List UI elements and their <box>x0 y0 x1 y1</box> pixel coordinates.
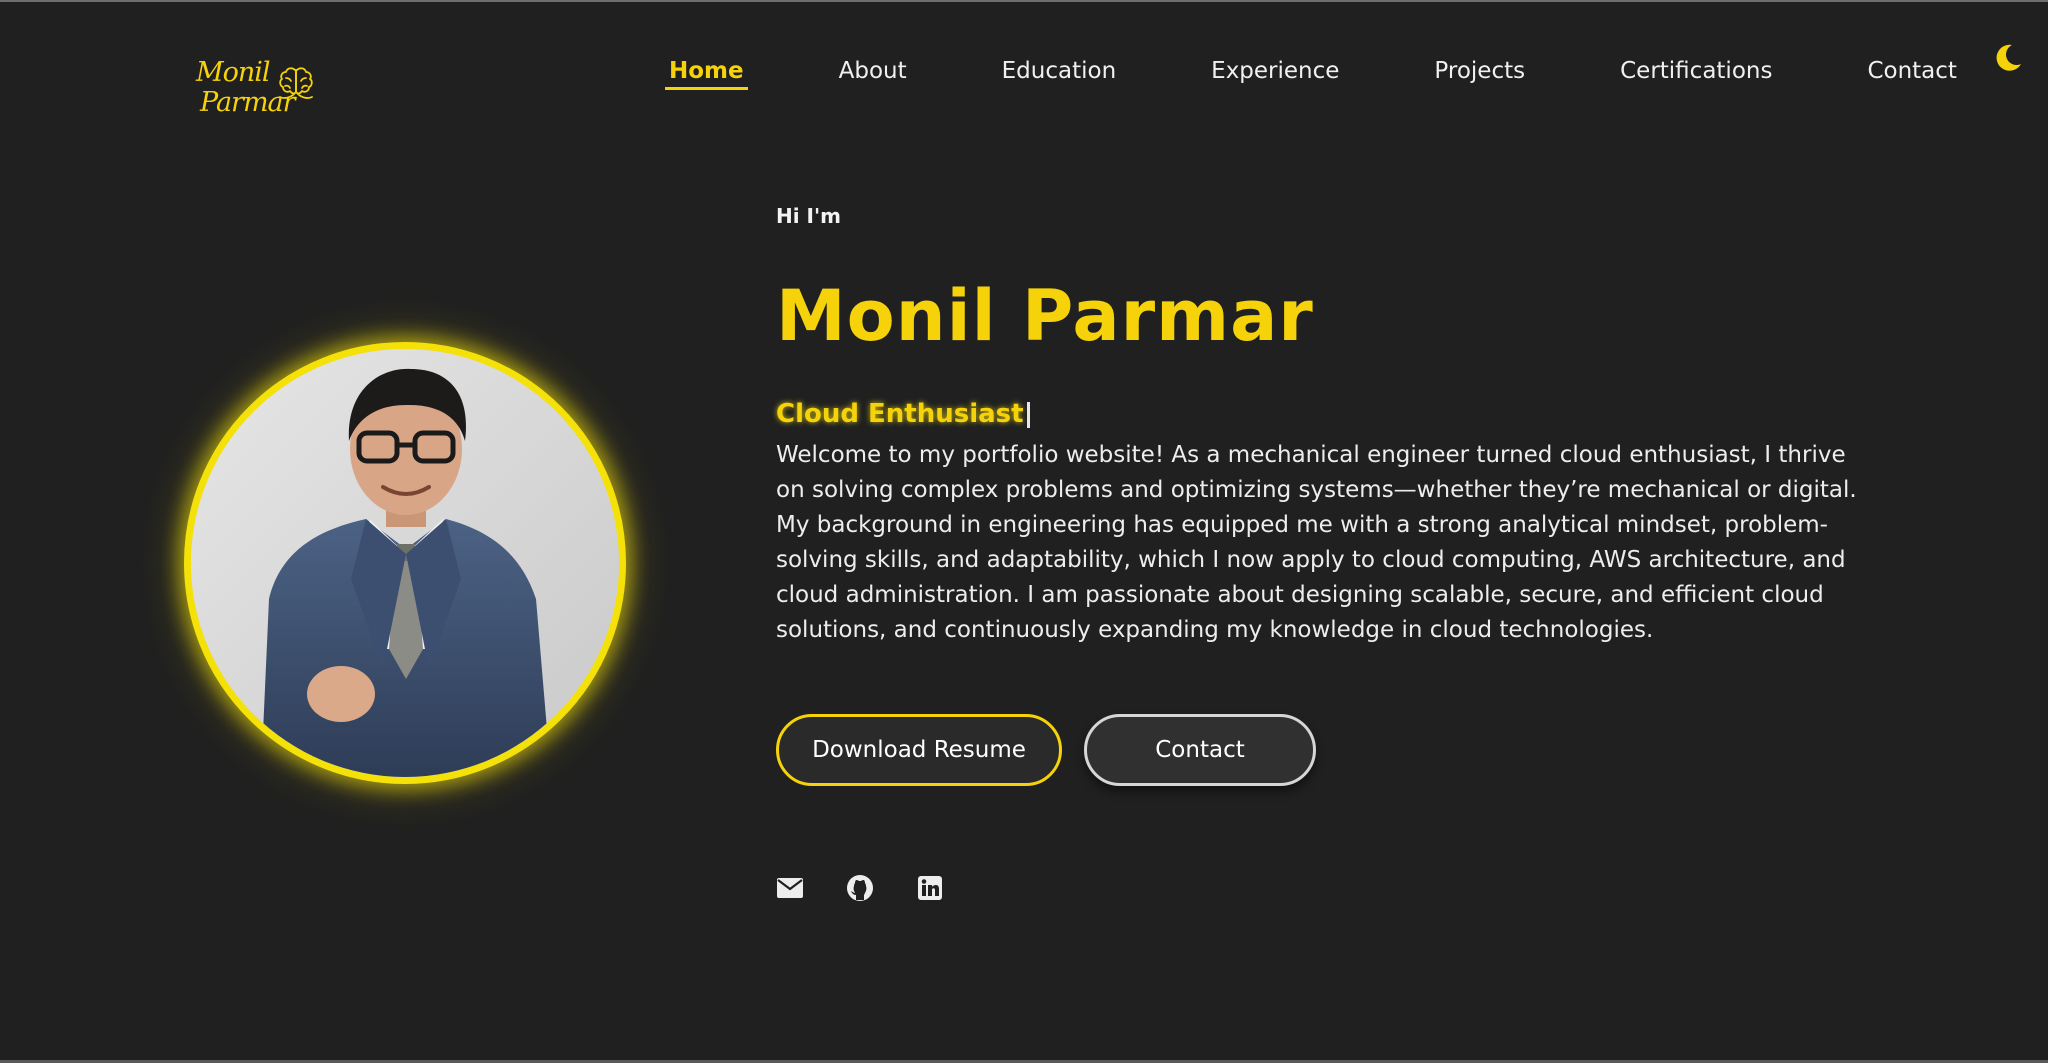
linkedin-icon[interactable] <box>916 874 944 902</box>
moon-icon[interactable] <box>1992 42 2024 74</box>
github-icon[interactable] <box>846 874 874 902</box>
download-resume-button[interactable]: Download Resume <box>776 714 1062 786</box>
social-links <box>776 874 1876 902</box>
profile-portrait-image <box>191 349 619 777</box>
nav-home[interactable]: Home <box>660 54 753 90</box>
brain-icon <box>279 67 313 99</box>
nav-projects[interactable]: Projects <box>1425 54 1534 90</box>
hero-name: Monil Parmar <box>776 275 1314 357</box>
typing-cursor <box>1026 401 1030 428</box>
nav-about[interactable]: About <box>830 54 916 90</box>
nav-experience[interactable]: Experience <box>1202 54 1348 90</box>
main-nav: Home About Education Experience Projects… <box>660 54 1966 90</box>
hero-role-text: Cloud Enthusiast <box>776 399 1024 429</box>
hero-greeting: Hi I'm <box>776 204 841 228</box>
profile-photo <box>184 342 626 784</box>
logo-line-1: Monil <box>196 57 271 88</box>
mail-icon[interactable] <box>776 874 804 902</box>
nav-education[interactable]: Education <box>993 54 1126 90</box>
site-logo[interactable]: Monil Parmar <box>196 58 320 124</box>
nav-certifications[interactable]: Certifications <box>1611 54 1781 90</box>
nav-contact[interactable]: Contact <box>1858 54 1965 90</box>
hero-bio: Welcome to my portfolio website! As a me… <box>776 442 1857 643</box>
hero-role-typing: Cloud Enthusiast <box>776 394 1876 434</box>
portfolio-page: Monil Parmar Home About Education Experi… <box>0 0 2048 1063</box>
hero-actions: Download Resume Contact <box>776 714 1876 786</box>
hero-section: Hi I'm Monil Parmar Cloud Enthusiast Wel… <box>776 204 1876 902</box>
contact-button[interactable]: Contact <box>1084 714 1316 786</box>
